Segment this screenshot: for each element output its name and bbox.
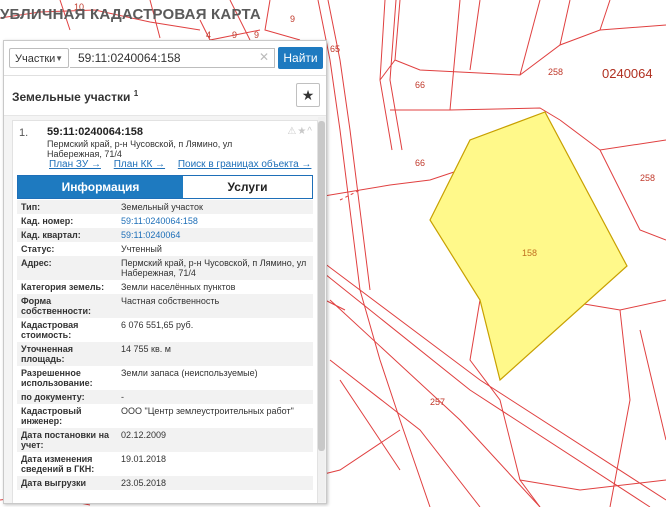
info-row: Форма собственности: Частная собственност… bbox=[17, 294, 313, 318]
map-label: 66 bbox=[415, 80, 426, 90]
info-key: Уточненная площадь: bbox=[21, 344, 73, 364]
info-row: Уточненная площадь: 14 755 кв. м bbox=[17, 342, 313, 366]
info-key: Категория земель: bbox=[21, 282, 105, 292]
info-value: 6 076 551,65 руб. bbox=[121, 320, 194, 330]
info-key: Кадастровый инженер: bbox=[21, 406, 82, 426]
star-icon[interactable]: ★ bbox=[297, 126, 307, 137]
info-row: Дата постановки на учет: 02.12.2009 bbox=[17, 428, 313, 452]
info-value-link[interactable]: 59:11:0240064 bbox=[121, 230, 180, 240]
chevron-down-icon: ▼ bbox=[55, 54, 63, 63]
find-button[interactable]: Найти bbox=[278, 47, 323, 69]
info-key: Кад. квартал: bbox=[21, 230, 81, 240]
selected-parcel bbox=[429, 111, 628, 382]
map-label: 9 bbox=[232, 30, 238, 40]
map-label: 66 bbox=[415, 158, 426, 168]
star-icon: ★ bbox=[301, 87, 315, 103]
search-in-bounds-link[interactable]: Поиск в границах объекта → bbox=[178, 159, 312, 170]
info-value: - bbox=[121, 392, 124, 402]
clear-icon[interactable]: ✕ bbox=[259, 50, 269, 64]
info-key: Тип: bbox=[21, 202, 41, 212]
panel-title-text: Земельные участки bbox=[12, 90, 131, 104]
info-row: Статус: Учтенный bbox=[17, 242, 313, 256]
search-type-select[interactable]: Участки ▼ bbox=[9, 48, 69, 68]
info-key: по документу: bbox=[21, 392, 85, 402]
map-title: УБЛИЧНАЯ КАДАСТРОВАЯ КАРТА bbox=[0, 6, 261, 23]
info-key: Форма собственности: bbox=[21, 296, 91, 316]
info-value-link[interactable]: 59:11:0240064:158 bbox=[121, 216, 198, 226]
chevron-up-icon[interactable]: ^ bbox=[307, 126, 313, 137]
warning-icon[interactable]: ⚠ bbox=[287, 126, 297, 137]
plan-kk-link[interactable]: План КК → bbox=[114, 159, 165, 170]
info-row: Тип: Земельный участок bbox=[17, 200, 313, 214]
scrollbar-thumb[interactable] bbox=[318, 121, 325, 451]
search-panel: Участки ▼ ✕ Найти Земельные участки 1 ★ … bbox=[3, 40, 327, 504]
info-key: Дата выгрузки bbox=[21, 478, 87, 488]
info-key: Статус: bbox=[21, 244, 55, 254]
quarter-label: 0240064 bbox=[602, 66, 653, 81]
results-scroll-area[interactable]: 1. 59:11:0240064:158 Пермский край, р-н … bbox=[4, 116, 326, 503]
info-value: 23.05.2018 bbox=[121, 478, 167, 488]
info-key: Дата изменения сведений в ГКН: bbox=[21, 454, 95, 474]
info-row: Категория земель: Земли населённых пункто… bbox=[17, 280, 313, 294]
info-key: Разрешенное использование: bbox=[21, 368, 93, 388]
panel-title: Земельные участки 1 bbox=[12, 89, 138, 104]
result-address: Пермский край, р-н Чусовской, п Лямино, … bbox=[47, 139, 233, 159]
map-label: 65 bbox=[330, 44, 341, 54]
map-label: 258 bbox=[640, 173, 656, 183]
info-value: Пермский край, р-н Чусовской, п Лямино, … bbox=[121, 258, 307, 278]
map-label: 258 bbox=[548, 67, 564, 77]
info-table: Тип: Земельный участок Кад. номер: 59:11:02… bbox=[17, 200, 313, 490]
info-value: Учтенный bbox=[121, 244, 162, 254]
result-count: 1 bbox=[133, 89, 139, 98]
info-value: 19.01.2018 bbox=[121, 454, 167, 464]
plan-zu-link[interactable]: План ЗУ → bbox=[49, 159, 101, 170]
search-bar: Участки ▼ ✕ Найти bbox=[4, 41, 326, 76]
info-row: Кад. квартал: 59:11:0240064 bbox=[17, 228, 313, 242]
result-tabs: Информация Услуги bbox=[17, 175, 313, 199]
info-value: Частная собственность bbox=[121, 296, 220, 306]
card-action-icons[interactable]: ⚠★^ bbox=[287, 126, 313, 137]
search-input[interactable] bbox=[70, 48, 275, 68]
info-row: Разрешенное использование: Земли запаса (… bbox=[17, 366, 313, 390]
info-row: Адрес: Пермский край, р-н Чусовской, п Ля… bbox=[17, 256, 313, 280]
info-key: Кад. номер: bbox=[21, 216, 74, 226]
info-key: Кадастровая стоимость: bbox=[21, 320, 79, 340]
result-card: 1. 59:11:0240064:158 Пермский край, р-н … bbox=[12, 120, 318, 503]
info-row: Кадастровый инженер: ООО "Центр землеустр… bbox=[17, 404, 313, 428]
info-value: Земли запаса (неиспользуемые) bbox=[121, 368, 258, 378]
search-type-label: Участки bbox=[15, 53, 56, 65]
info-key: Адрес: bbox=[21, 258, 52, 268]
info-row: Кад. номер: 59:11:0240064:158 bbox=[17, 214, 313, 228]
map-label: 9 bbox=[254, 30, 260, 40]
map-label: 257 bbox=[430, 397, 446, 407]
result-links: План ЗУ → План КК → Поиск в границах объ… bbox=[49, 159, 321, 170]
info-value: 59:11:0240064 bbox=[117, 228, 313, 242]
info-value: 59:11:0240064:158 bbox=[117, 214, 313, 228]
panel-header: Земельные участки 1 ★ bbox=[4, 75, 326, 116]
info-row: Кадастровая стоимость: 6 076 551,65 руб. bbox=[17, 318, 313, 342]
info-row: Дата изменения сведений в ГКН: 19.01.2018 bbox=[17, 452, 313, 476]
favorite-button[interactable]: ★ bbox=[296, 83, 320, 107]
tab-services[interactable]: Услуги bbox=[183, 176, 312, 198]
info-value: Земельный участок bbox=[121, 202, 203, 212]
info-row: по документу: - bbox=[17, 390, 313, 404]
info-key: Дата постановки на учет: bbox=[21, 430, 110, 450]
info-row: Дата выгрузки 23.05.2018 bbox=[17, 476, 313, 490]
info-value: 14 755 кв. м bbox=[121, 344, 171, 354]
tab-info[interactable]: Информация bbox=[18, 176, 183, 198]
info-value: Земли населённых пунктов bbox=[121, 282, 236, 292]
parcel-158-label: 158 bbox=[522, 248, 538, 258]
result-cad-number[interactable]: 59:11:0240064:158 bbox=[47, 126, 143, 138]
map-label: 4 bbox=[206, 30, 212, 40]
map-label: 9 bbox=[290, 14, 296, 24]
info-value: 02.12.2009 bbox=[121, 430, 167, 440]
info-value: ООО "Центр землеустроительных работ" bbox=[121, 406, 294, 416]
result-index: 1. bbox=[19, 127, 29, 139]
